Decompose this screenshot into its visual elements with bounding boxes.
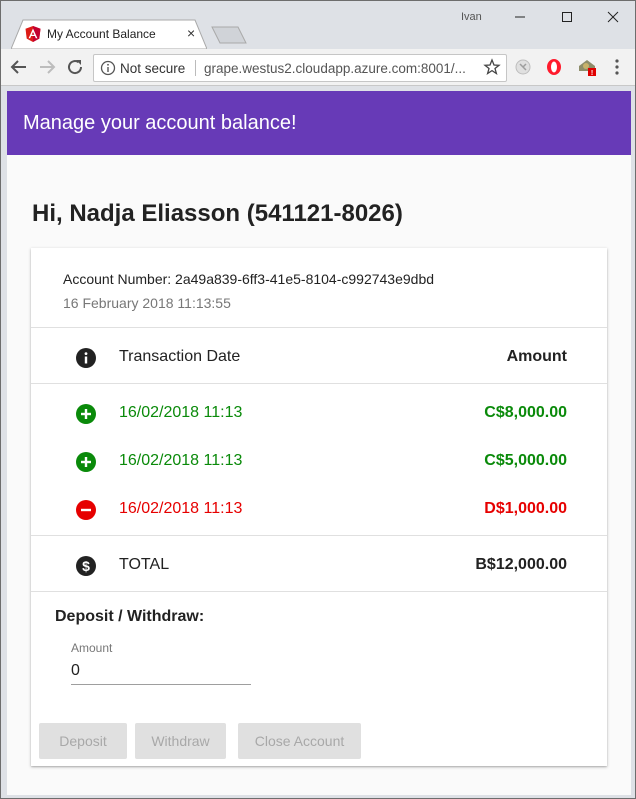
divider bbox=[31, 327, 607, 328]
divider bbox=[31, 591, 607, 592]
reload-icon[interactable] bbox=[65, 57, 85, 77]
maximize-icon[interactable] bbox=[555, 7, 579, 27]
transaction-date: 16/02/2018 11:13 bbox=[119, 452, 243, 469]
profile-name[interactable]: Ivan bbox=[461, 11, 482, 23]
deposit-withdraw-title: Deposit / Withdraw: bbox=[55, 608, 205, 625]
back-arrow-icon[interactable] bbox=[9, 57, 29, 77]
divider bbox=[31, 535, 607, 536]
browser-toolbar: Not secure grape.westus2.cloudapp.azure.… bbox=[1, 49, 635, 86]
svg-text:$: $ bbox=[82, 558, 90, 574]
header-amount: Amount bbox=[506, 348, 567, 365]
forward-arrow-icon[interactable] bbox=[37, 57, 57, 77]
divider bbox=[31, 383, 607, 384]
tab-title: My Account Balance bbox=[47, 27, 156, 41]
close-window-icon[interactable] bbox=[601, 7, 625, 27]
remove-circle-icon bbox=[76, 500, 96, 520]
header-transaction-date: Transaction Date bbox=[119, 348, 241, 365]
total-label: TOTAL bbox=[119, 556, 170, 573]
add-circle-icon bbox=[76, 404, 96, 424]
page-content: Manage your account balance! Hi, Nadja E… bbox=[7, 91, 631, 795]
account-card: Account Number: 2a49a839-6ff3-41e5-8104-… bbox=[31, 248, 607, 766]
app-header: Manage your account balance! bbox=[7, 91, 631, 155]
amount-label: Amount bbox=[71, 641, 113, 655]
transaction-date: 16/02/2018 11:13 bbox=[119, 500, 243, 517]
transaction-row: 16/02/2018 11:13 C$8,000.00 bbox=[31, 390, 607, 438]
tab-close-icon[interactable]: × bbox=[187, 25, 195, 41]
info-icon[interactable] bbox=[100, 60, 116, 76]
account-date: 16 February 2018 11:13:55 bbox=[63, 295, 231, 311]
account-number: Account Number: 2a49a839-6ff3-41e5-8104-… bbox=[63, 271, 435, 287]
dollar-circle-icon: $ bbox=[76, 556, 96, 576]
add-circle-icon bbox=[76, 452, 96, 472]
deposit-button[interactable]: Deposit bbox=[39, 723, 127, 759]
amount-input[interactable] bbox=[71, 658, 251, 685]
bookmark-star-icon[interactable] bbox=[483, 58, 501, 76]
svg-text:!: ! bbox=[591, 70, 593, 77]
withdraw-button[interactable]: Withdraw bbox=[135, 723, 226, 759]
info-circle-icon bbox=[76, 348, 96, 368]
transaction-row: 16/02/2018 11:13 C$5,000.00 bbox=[31, 438, 607, 486]
close-account-button[interactable]: Close Account bbox=[238, 723, 361, 759]
transaction-row: 16/02/2018 11:13 D$1,000.00 bbox=[31, 486, 607, 534]
menu-dots-icon[interactable] bbox=[607, 57, 627, 77]
header-title: Manage your account balance! bbox=[23, 112, 297, 134]
omnibox-separator bbox=[195, 60, 196, 76]
browser-window: My Account Balance × Ivan Not secure gra… bbox=[0, 0, 636, 799]
security-label: Not secure bbox=[120, 61, 186, 76]
total-amount: B$12,000.00 bbox=[475, 556, 567, 573]
title-bar: My Account Balance × Ivan bbox=[1, 1, 635, 49]
table-header-row: Transaction Date Amount bbox=[31, 334, 607, 382]
url-text[interactable]: grape.westus2.cloudapp.azure.com:8001/..… bbox=[204, 61, 466, 76]
address-bar[interactable]: Not secure grape.westus2.cloudapp.azure.… bbox=[93, 54, 507, 82]
transaction-date: 16/02/2018 11:13 bbox=[119, 404, 243, 421]
new-tab-button[interactable] bbox=[211, 26, 247, 44]
angular-icon bbox=[25, 26, 41, 42]
transaction-amount: D$1,000.00 bbox=[484, 500, 567, 517]
minimize-icon[interactable] bbox=[508, 7, 532, 27]
transaction-amount: C$5,000.00 bbox=[484, 452, 567, 469]
extension-icon[interactable] bbox=[513, 57, 533, 77]
opera-icon[interactable] bbox=[544, 57, 564, 77]
total-row: $ TOTAL B$12,000.00 bbox=[31, 542, 607, 590]
greeting-heading: Hi, Nadja Eliasson (541121-8026) bbox=[32, 200, 403, 227]
extension-alert-icon[interactable]: ! bbox=[577, 57, 597, 77]
transaction-amount: C$8,000.00 bbox=[484, 404, 567, 421]
browser-tab[interactable]: My Account Balance × bbox=[11, 19, 207, 49]
